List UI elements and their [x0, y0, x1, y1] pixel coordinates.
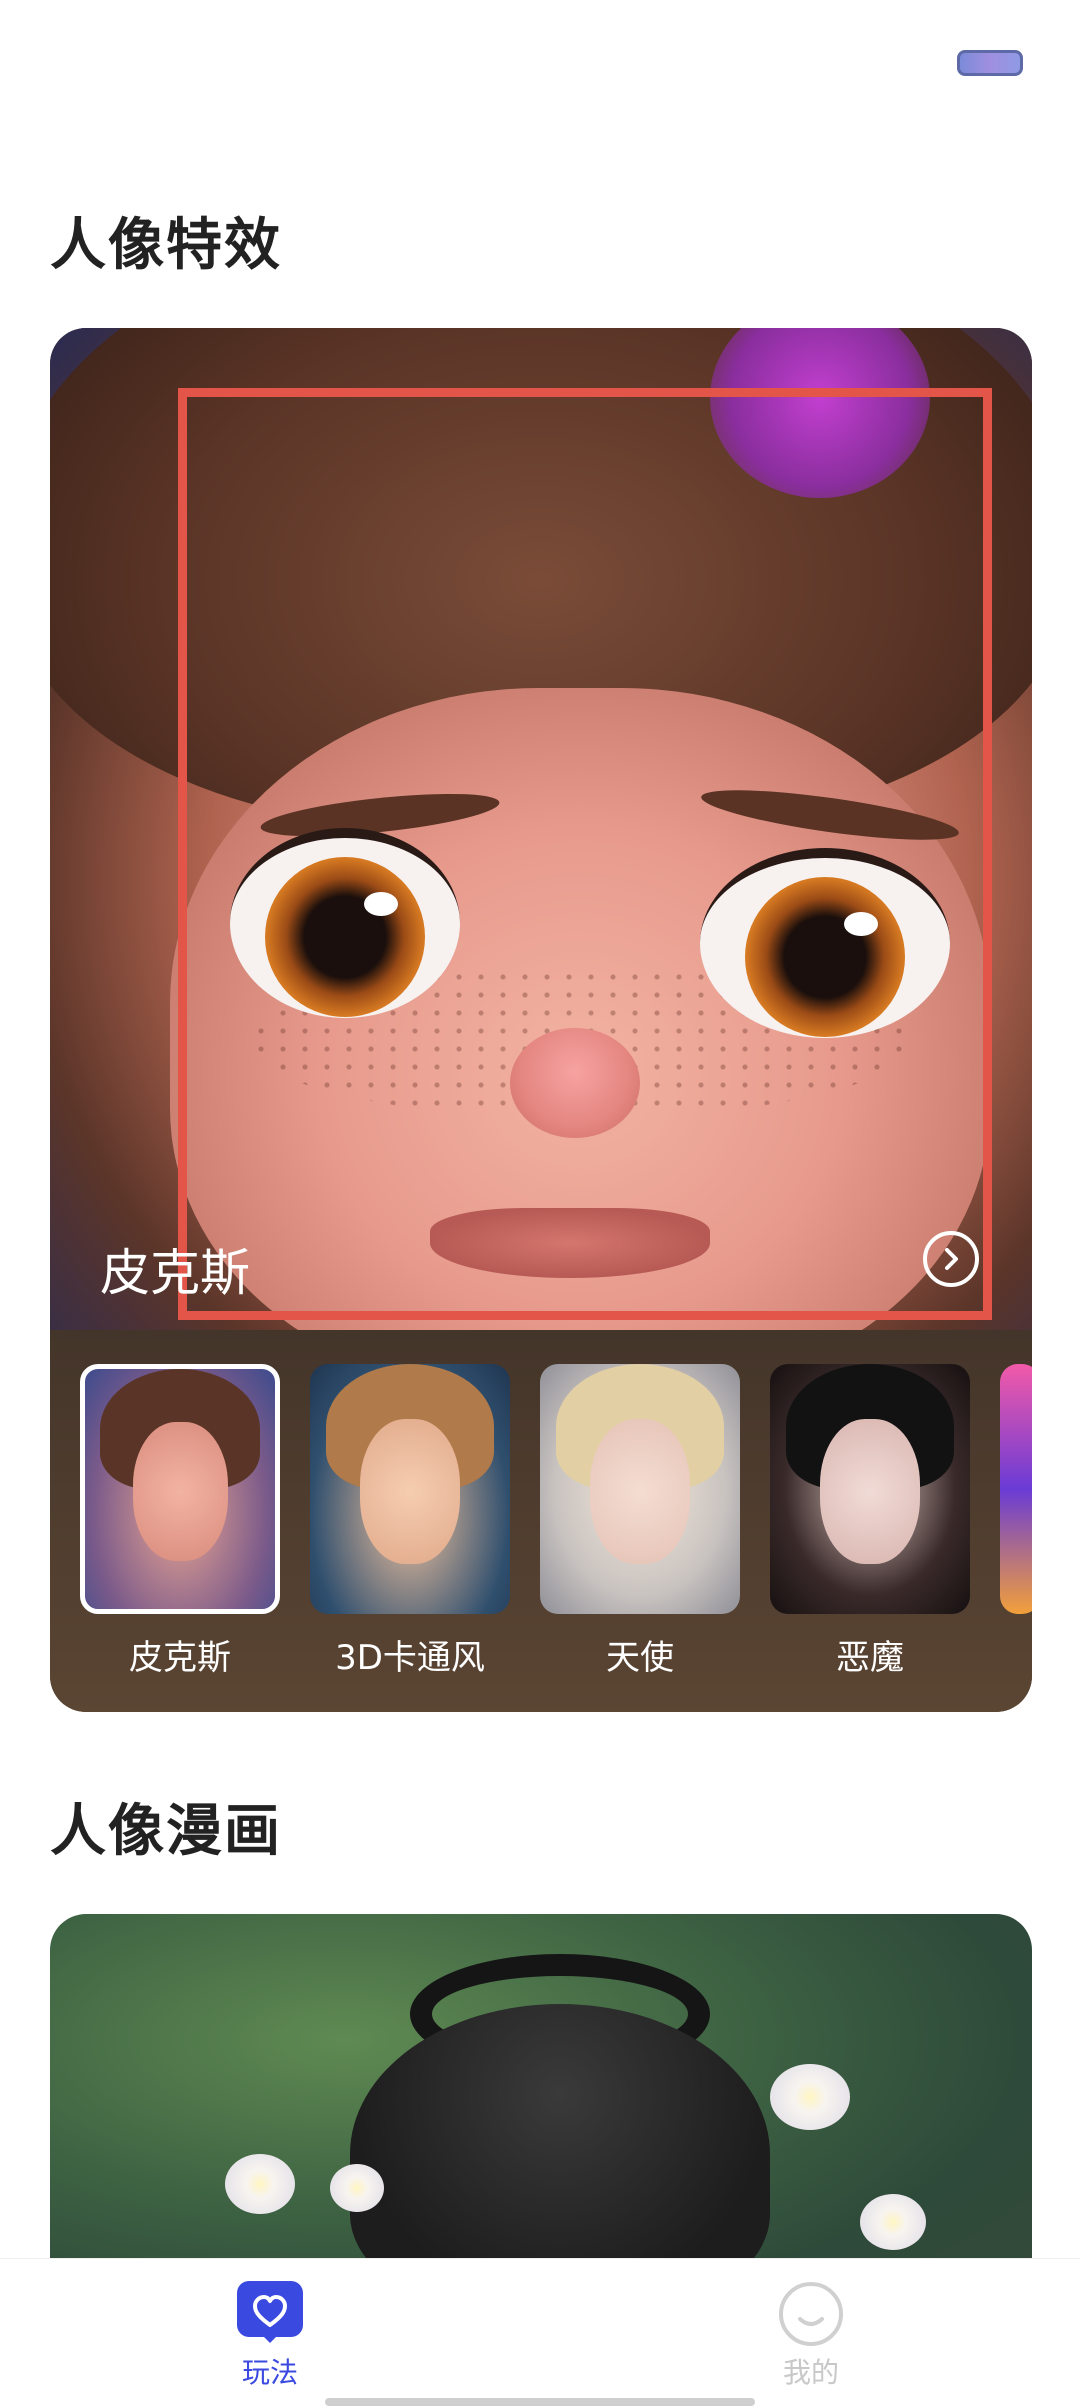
style-label-demon: 恶魔	[836, 1638, 904, 1678]
face-selection-box	[178, 388, 992, 1320]
home-indicator[interactable]	[325, 2398, 755, 2406]
top-right-pill[interactable]	[957, 50, 1023, 76]
thumb-face	[820, 1419, 920, 1564]
bottom-navigation: 玩法 我的	[0, 2258, 1080, 2408]
smiley-face-icon	[778, 2281, 844, 2346]
style-thumb-next[interactable]	[1000, 1364, 1032, 1614]
style-carousel[interactable]: 皮克斯 3D卡通风 天使 恶魔	[50, 1330, 1032, 1712]
style-thumb-pixar[interactable]	[80, 1364, 280, 1614]
flower	[330, 2164, 384, 2212]
hero-style-label: 皮克斯	[100, 1244, 250, 1302]
thumb-face	[360, 1419, 460, 1564]
section-title-portrait-effects: 人像特效	[50, 213, 282, 278]
nav-label-mine: 我的	[782, 2356, 839, 2389]
style-label-pixar: 皮克斯	[129, 1638, 231, 1678]
nav-tab-mine[interactable]: 我的	[711, 2281, 911, 2391]
section-title-portrait-comics: 人像漫画	[50, 1799, 282, 1864]
app-screen: 人像特效 皮克斯 皮克斯 3D卡通风 天使 恶魔 人像漫画 玩法 我的	[0, 0, 1080, 2408]
hero-preview-image[interactable]: 皮克斯	[50, 328, 1032, 1330]
style-thumb-3d-cartoon[interactable]	[310, 1364, 510, 1614]
style-thumb-angel[interactable]	[540, 1364, 740, 1614]
flower	[860, 2194, 926, 2250]
chevron-right-circle-icon[interactable]	[923, 1231, 979, 1287]
flower	[770, 2064, 850, 2130]
nav-tab-play[interactable]: 玩法	[170, 2281, 370, 2391]
flower	[225, 2154, 295, 2214]
thumb-face	[132, 1421, 228, 1561]
style-thumb-demon[interactable]	[770, 1364, 970, 1614]
thumb-face	[590, 1419, 690, 1564]
portrait-effect-card[interactable]: 皮克斯 皮克斯 3D卡通风 天使 恶魔	[50, 328, 1032, 1712]
heart-icon	[237, 2281, 303, 2343]
nav-label-play: 玩法	[241, 2356, 298, 2389]
chevron-right-icon	[945, 1248, 958, 1270]
style-label-angel: 天使	[606, 1638, 674, 1678]
style-label-3d-cartoon: 3D卡通风	[335, 1638, 485, 1678]
